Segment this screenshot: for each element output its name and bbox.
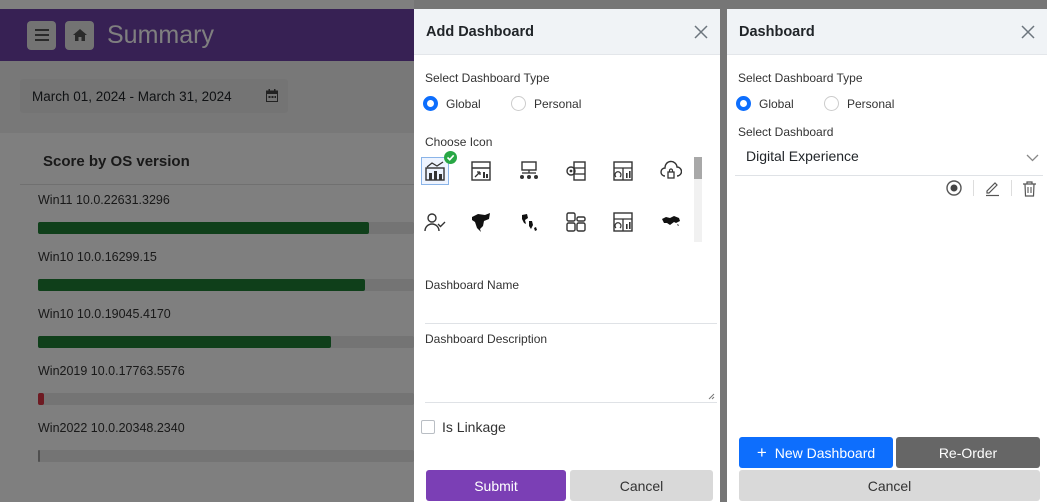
- cloud-lock-icon[interactable]: [657, 157, 685, 185]
- divider: [973, 180, 974, 196]
- divider: [1011, 180, 1012, 196]
- divider: [425, 323, 717, 324]
- is-linkage-checkbox[interactable]: Is Linkage: [421, 419, 506, 435]
- radio-indicator: [824, 96, 839, 111]
- check-circle-icon: [444, 151, 457, 164]
- checkbox-box: [421, 420, 435, 434]
- north-america-map-icon[interactable]: [467, 208, 495, 236]
- icon-grid-scrollbar[interactable]: [694, 157, 702, 242]
- pencil-icon[interactable]: [984, 180, 1001, 197]
- radio-personal[interactable]: Personal: [824, 96, 894, 111]
- widgets-icon[interactable]: [562, 208, 590, 236]
- trash-icon[interactable]: [1022, 180, 1037, 197]
- dashboard-select[interactable]: Digital Experience: [735, 142, 1043, 176]
- dashboard-name-input[interactable]: [425, 295, 717, 323]
- new-dashboard-button[interactable]: + New Dashboard: [739, 437, 893, 468]
- modal-title: Add Dashboard: [426, 24, 534, 40]
- plus-icon: +: [756, 442, 767, 462]
- radio-global[interactable]: Global: [423, 96, 481, 111]
- dashboard-type-label: Select Dashboard Type: [425, 71, 550, 85]
- radio-label: Personal: [847, 96, 895, 111]
- select-dashboard-label: Select Dashboard: [738, 125, 834, 139]
- cancel-button[interactable]: Cancel: [739, 470, 1040, 501]
- add-dashboard-modal: Add Dashboard Select Dashboard Type Glob…: [414, 9, 720, 502]
- close-icon[interactable]: [1019, 23, 1037, 41]
- modal-header: Add Dashboard: [414, 9, 720, 55]
- grid-chart-alt-icon[interactable]: [609, 208, 637, 236]
- radio-indicator: [511, 96, 526, 111]
- modal-title: Dashboard: [739, 24, 815, 40]
- africa-map-icon[interactable]: [657, 208, 685, 236]
- reorder-button[interactable]: Re-Order: [896, 437, 1040, 468]
- world-map-icon[interactable]: [515, 208, 543, 236]
- radio-view-icon[interactable]: [945, 179, 963, 197]
- button-label: New Dashboard: [774, 444, 876, 461]
- radio-label: Personal: [534, 96, 582, 111]
- radio-indicator: [423, 96, 438, 111]
- user-check-icon[interactable]: [421, 208, 449, 236]
- dashboard-chart-icon[interactable]: [421, 151, 457, 185]
- resize-handle-icon[interactable]: [708, 393, 715, 400]
- scrollbar-thumb[interactable]: [694, 157, 702, 179]
- dashboard-modal: Dashboard Select Dashboard Type Global P…: [727, 9, 1047, 502]
- checkbox-label: Is Linkage: [442, 419, 506, 435]
- chevron-down-icon: [1026, 154, 1039, 162]
- modal-header: Dashboard: [727, 9, 1047, 55]
- radio-personal[interactable]: Personal: [511, 96, 581, 111]
- dashboard-description-textarea[interactable]: [425, 349, 717, 403]
- dashboard-actions: [945, 179, 1037, 197]
- dashboard-description-label: Dashboard Description: [425, 332, 548, 346]
- dashboard-type-label: Select Dashboard Type: [738, 71, 863, 85]
- selected-dashboard: Digital Experience: [746, 148, 859, 164]
- grid-chart-icon[interactable]: [609, 157, 637, 185]
- close-icon[interactable]: [692, 23, 710, 41]
- radio-global[interactable]: Global: [736, 96, 794, 111]
- choose-icon-label: Choose Icon: [425, 135, 493, 149]
- dashboard-name-label: Dashboard Name: [425, 278, 520, 292]
- submit-button[interactable]: Submit: [426, 470, 566, 501]
- radio-indicator: [736, 96, 751, 111]
- radio-label: Global: [759, 96, 794, 111]
- report-icon[interactable]: [467, 157, 495, 185]
- hierarchy-icon[interactable]: [515, 157, 543, 185]
- cancel-button[interactable]: Cancel: [570, 470, 713, 501]
- radio-label: Global: [446, 96, 481, 111]
- settings-layout-icon[interactable]: [562, 157, 590, 185]
